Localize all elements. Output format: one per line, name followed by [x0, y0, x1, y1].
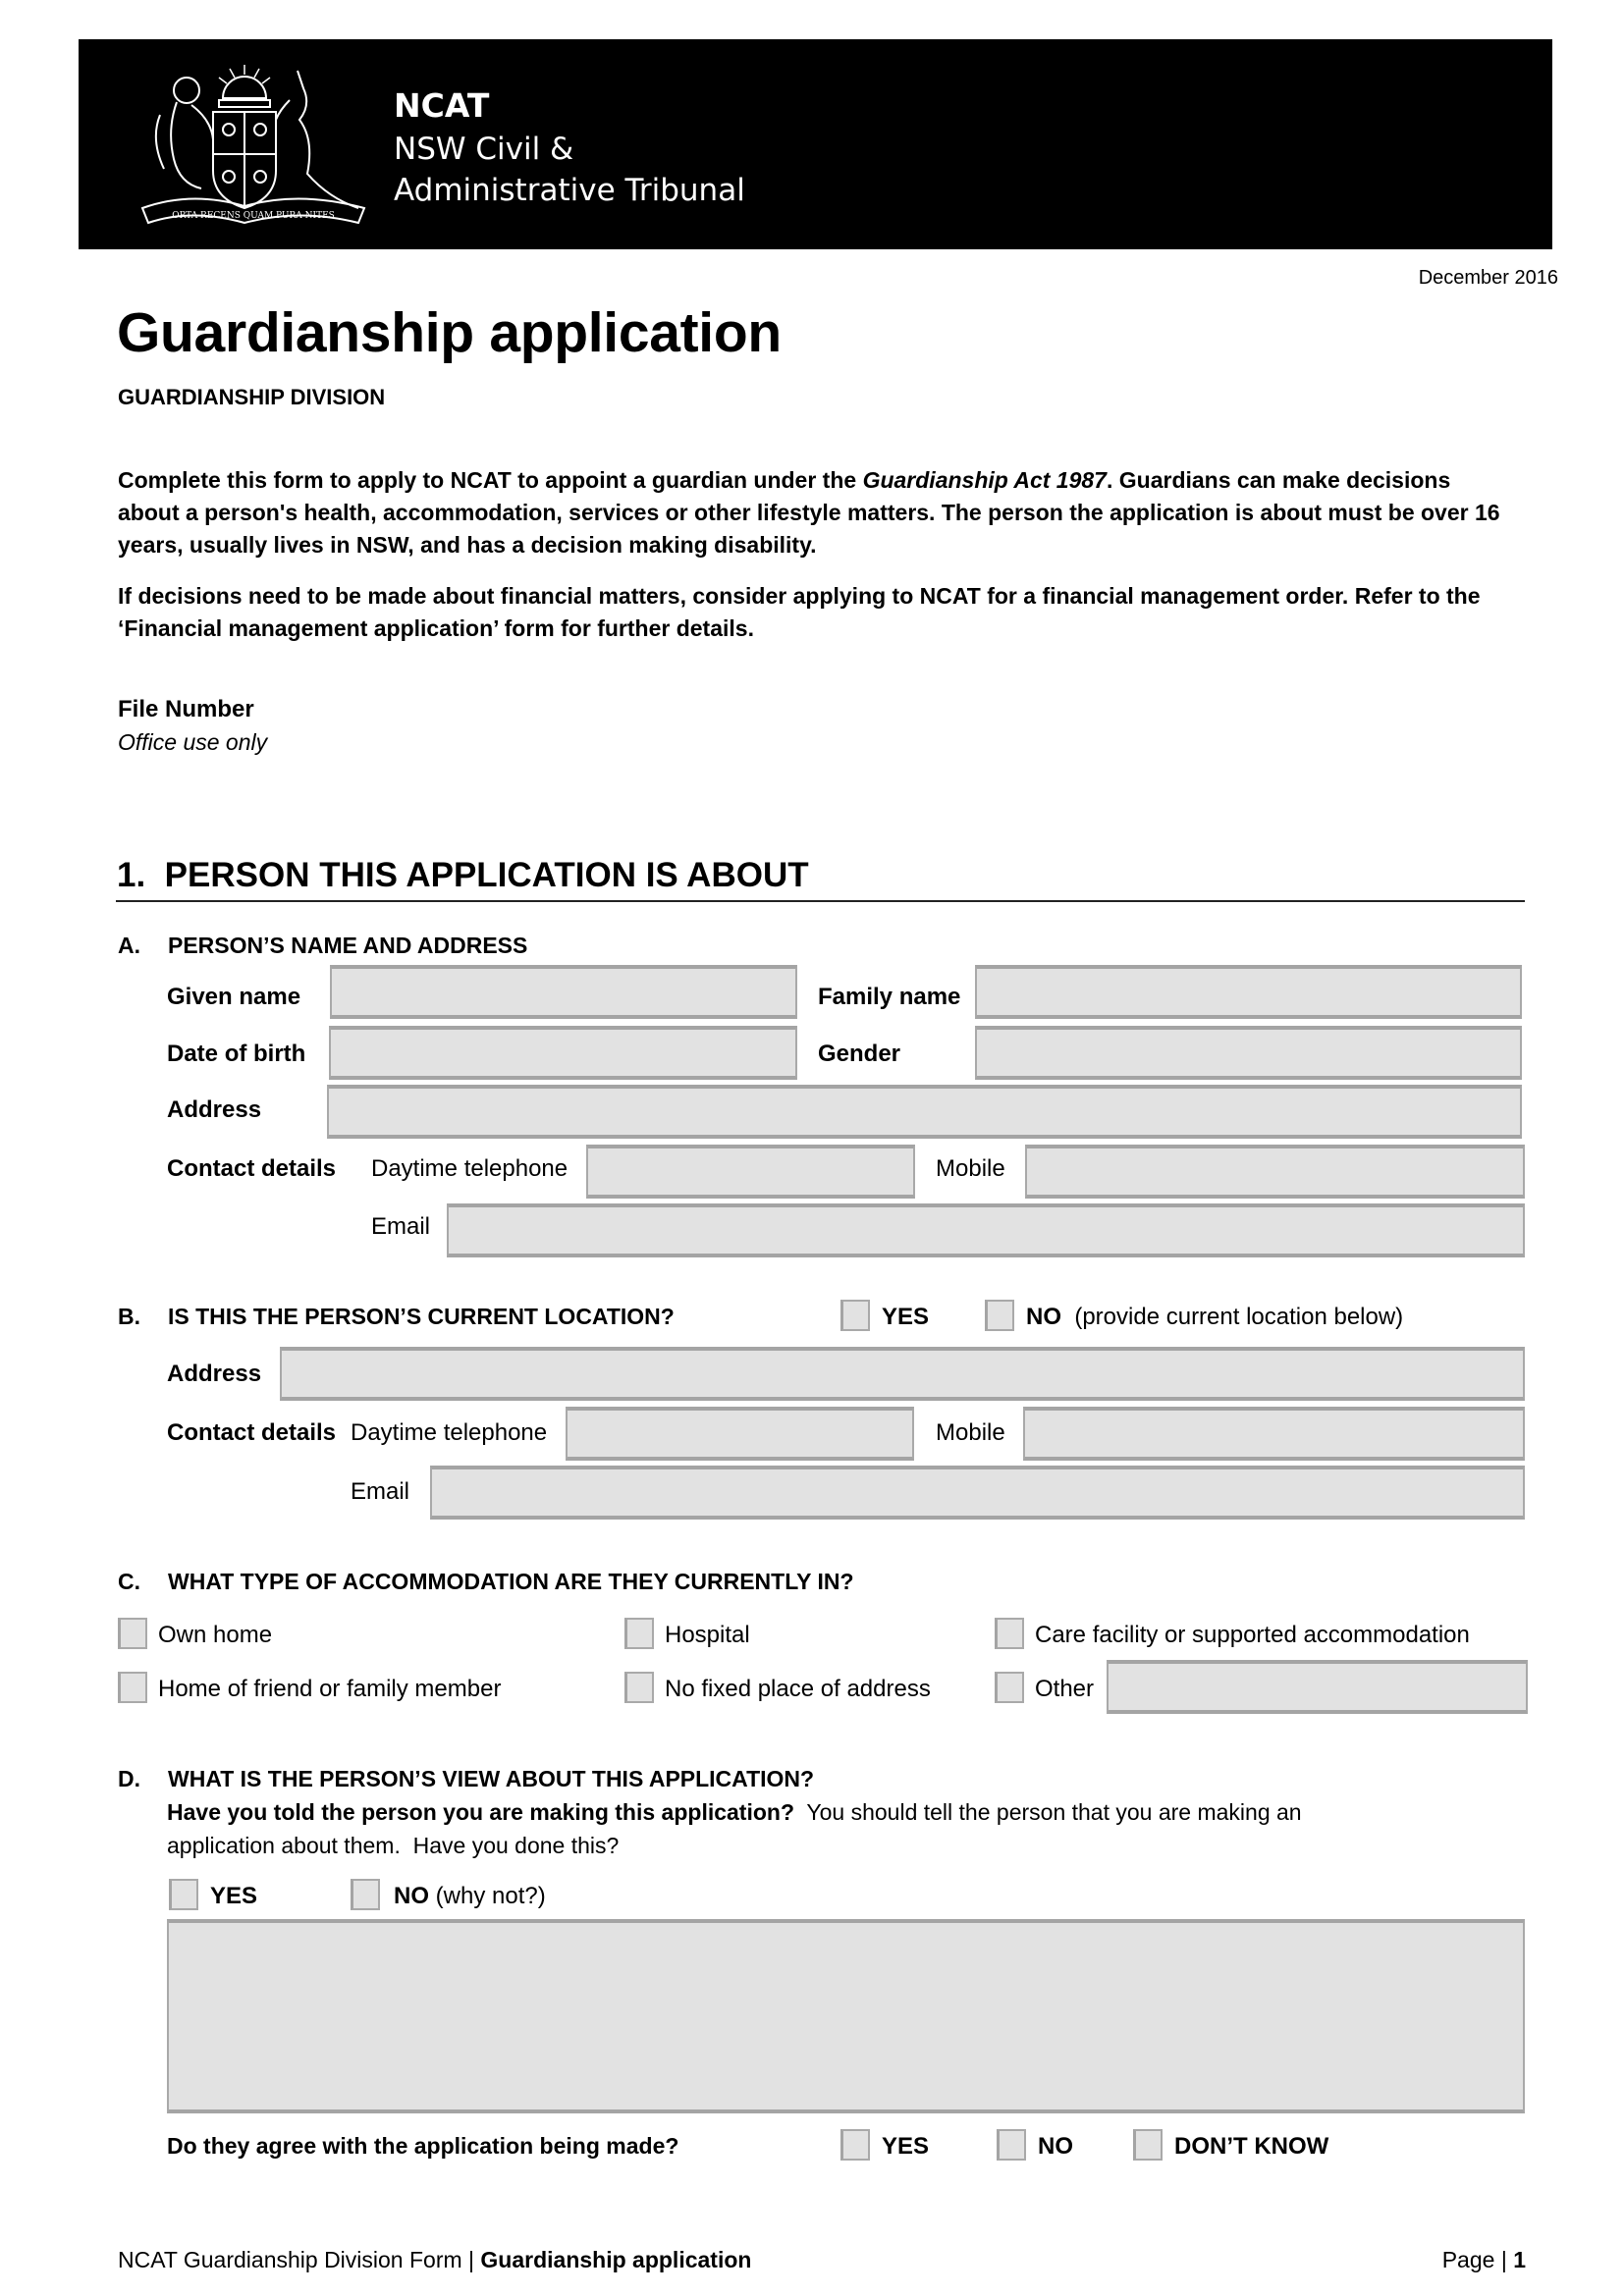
daytime-telephone-input[interactable] [586, 1145, 915, 1199]
given-name-label: Given name [167, 984, 301, 1010]
act-name: Guardianship Act 1987 [862, 467, 1107, 493]
no-note: (provide current location below) [1074, 1304, 1404, 1330]
accommodation-other-label: Other [1035, 1676, 1095, 1702]
location-contact-details-label: Contact details [167, 1419, 337, 1446]
accommodation-own-home-checkbox[interactable] [118, 1618, 147, 1649]
told-person-no-label: NO (why not?) [394, 1883, 546, 1910]
mobile-input[interactable] [1025, 1145, 1525, 1199]
location-daytime-telephone-input[interactable] [566, 1407, 914, 1461]
mobile-label: Mobile [936, 1155, 1005, 1182]
agree-yes-label: YES [882, 2133, 930, 2160]
subsection-letter: A. [118, 933, 140, 958]
told-person-no-checkbox[interactable] [351, 1879, 380, 1910]
no-label: NO [1026, 1304, 1061, 1330]
location-mobile-input[interactable] [1023, 1407, 1525, 1461]
section-number: 1. [117, 856, 146, 894]
agree-no-label: NO [1038, 2133, 1073, 2160]
question-rest: You should tell the person that you are … [794, 1799, 1302, 1825]
why-not-textarea[interactable] [167, 1919, 1525, 2113]
page-title: Guardianship application [117, 301, 782, 364]
told-person-yes-checkbox[interactable] [169, 1879, 198, 1910]
section-1-heading: 1. PERSON THIS APPLICATION IS ABOUT [117, 856, 809, 895]
accommodation-hospital-checkbox[interactable] [624, 1618, 654, 1649]
subsection-d-heading: D. WHAT IS THE PERSON’S VIEW ABOUT THIS A… [118, 1766, 814, 1792]
footer-form-title: Guardianship application [480, 2247, 752, 2272]
contact-details-label: Contact details [167, 1155, 337, 1182]
subsection-title: WHAT IS THE PERSON’S VIEW ABOUT THIS APP… [168, 1766, 815, 1791]
subsection-title: WHAT TYPE OF ACCOMMODATION ARE THEY CURR… [168, 1569, 854, 1594]
told-person-question-line-2: application about them. Have you done th… [167, 1833, 620, 1858]
form-date: December 2016 [1418, 267, 1558, 289]
accommodation-other-input[interactable] [1107, 1660, 1528, 1714]
org-short-name: NCAT [394, 86, 490, 125]
told-person-yes-label: YES [210, 1883, 258, 1909]
subsection-title: IS THIS THE PERSON’S CURRENT LOCATION? [168, 1304, 675, 1329]
org-name-line-2: NSW Civil & [394, 132, 574, 167]
intro-text: Complete this form to apply to NCAT to a… [118, 467, 863, 493]
accommodation-own-home-label: Own home [158, 1622, 273, 1648]
no-note: (why not?) [435, 1883, 546, 1909]
email-label: Email [371, 1213, 431, 1240]
nsw-coat-of-arms-icon: ORTA RECENS QUAM PURA NITES [140, 65, 366, 225]
current-location-no-label: NO (provide current location below) [1026, 1304, 1403, 1331]
told-person-question: Have you told the person you are making … [167, 1799, 1302, 1826]
accommodation-no-fixed-address-label: No fixed place of address [665, 1676, 931, 1702]
crest-motto: ORTA RECENS QUAM PURA NITES [172, 211, 335, 221]
footer-page-number: Page | 1 [1442, 2247, 1526, 2273]
footer-form-name: NCAT Guardianship Division Form | Guardi… [118, 2247, 751, 2273]
subsection-b-heading: B. IS THIS THE PERSON’S CURRENT LOCATION? [118, 1304, 675, 1330]
email-input[interactable] [447, 1203, 1525, 1257]
agree-yes-checkbox[interactable] [840, 2129, 870, 2161]
location-email-label: Email [351, 1478, 410, 1505]
subsection-letter: B. [118, 1304, 140, 1329]
location-address-label: Address [167, 1361, 262, 1387]
gender-label: Gender [818, 1041, 901, 1067]
family-name-input[interactable] [975, 965, 1522, 1019]
question-bold: Have you told the person you are making … [167, 1799, 795, 1825]
office-use-note: Office use only [118, 729, 268, 755]
agree-question: Do they agree with the application being… [167, 2133, 679, 2159]
subsection-letter: D. [118, 1766, 140, 1791]
org-name-line-3: Administrative Tribunal [394, 173, 745, 208]
intro-paragraph-1: Complete this form to apply to NCAT to a… [118, 464, 1512, 561]
page-number: 1 [1513, 2247, 1526, 2272]
address-label: Address [167, 1096, 262, 1123]
family-name-label: Family name [818, 984, 961, 1010]
agree-dont-know-checkbox[interactable] [1133, 2129, 1163, 2161]
subsection-letter: C. [118, 1569, 140, 1594]
current-location-no-checkbox[interactable] [985, 1300, 1014, 1331]
location-email-input[interactable] [430, 1466, 1525, 1520]
date-of-birth-label: Date of birth [167, 1041, 306, 1067]
no-label: NO [394, 1883, 429, 1909]
subsection-c-heading: C. WHAT TYPE OF ACCOMMODATION ARE THEY CU… [118, 1569, 854, 1595]
section-divider [116, 900, 1525, 902]
gender-input[interactable] [975, 1026, 1522, 1080]
file-number-label: File Number [118, 696, 254, 722]
division-label: GUARDIANSHIP DIVISION [118, 385, 386, 409]
given-name-input[interactable] [330, 965, 797, 1019]
agree-dont-know-label: DON’T KNOW [1174, 2133, 1329, 2160]
footer-division: NCAT Guardianship Division Form | [118, 2247, 481, 2272]
page-label: Page | [1441, 2247, 1514, 2272]
agree-no-checkbox[interactable] [997, 2129, 1026, 2161]
accommodation-friend-family-label: Home of friend or family member [158, 1676, 502, 1702]
location-daytime-telephone-label: Daytime telephone [351, 1419, 548, 1446]
intro-paragraph-2: If decisions need to be made about finan… [118, 583, 1481, 641]
accommodation-hospital-label: Hospital [665, 1622, 750, 1648]
address-input[interactable] [327, 1085, 1522, 1139]
accommodation-care-facility-label: Care facility or supported accommodation [1035, 1622, 1470, 1648]
section-title: PERSON THIS APPLICATION IS ABOUT [164, 856, 809, 894]
accommodation-care-facility-checkbox[interactable] [995, 1618, 1024, 1649]
subsection-title: PERSON’S NAME AND ADDRESS [168, 933, 528, 958]
current-location-yes-checkbox[interactable] [840, 1300, 870, 1331]
date-of-birth-input[interactable] [329, 1026, 797, 1080]
accommodation-other-checkbox[interactable] [995, 1672, 1024, 1703]
daytime-telephone-label: Daytime telephone [371, 1155, 568, 1182]
current-location-yes-label: YES [882, 1304, 930, 1330]
accommodation-friend-family-checkbox[interactable] [118, 1672, 147, 1703]
location-address-input[interactable] [280, 1347, 1525, 1401]
location-mobile-label: Mobile [936, 1419, 1005, 1446]
subsection-a-heading: A. PERSON’S NAME AND ADDRESS [118, 933, 527, 959]
accommodation-no-fixed-address-checkbox[interactable] [624, 1672, 654, 1703]
